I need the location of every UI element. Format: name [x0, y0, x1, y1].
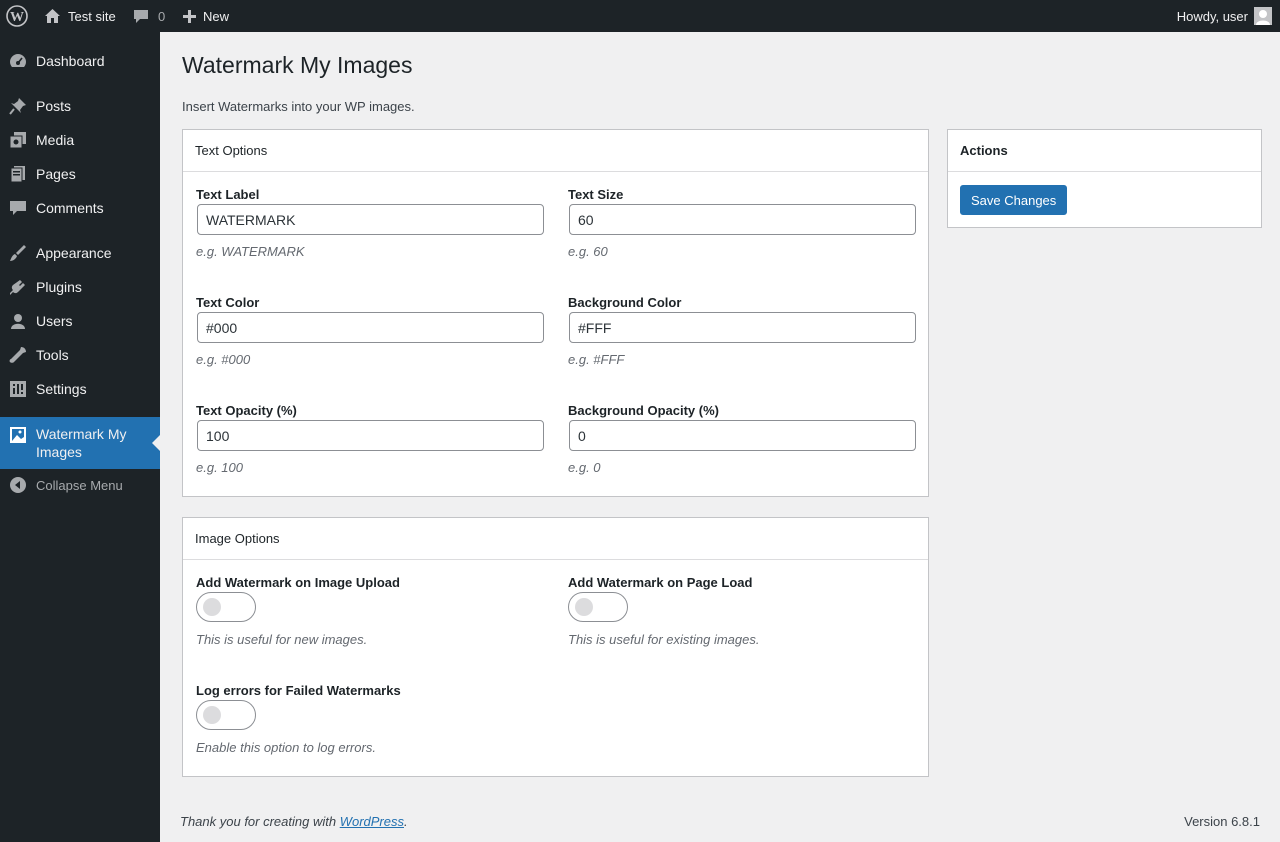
upload-watermark-hint: This is useful for new images.	[196, 632, 368, 647]
avatar-icon	[1254, 7, 1272, 25]
text-size-label: Text Size	[568, 187, 624, 202]
pin-icon	[9, 97, 27, 115]
comments-icon	[9, 199, 27, 217]
background-color-hint: e.g. #FFF	[568, 352, 625, 367]
log-errors-hint: Enable this option to log errors.	[196, 740, 376, 755]
wrench-icon	[9, 346, 27, 364]
sidebar-item-label: Users	[36, 313, 73, 329]
actions-heading: Actions	[948, 130, 1261, 172]
image-options-heading: Image Options	[183, 518, 928, 560]
text-label-input[interactable]	[197, 204, 544, 235]
new-label: New	[203, 8, 230, 24]
sidebar-item-pages[interactable]: Pages	[0, 157, 160, 191]
howdy-text: Howdy, user	[1176, 8, 1248, 24]
brush-icon	[9, 244, 27, 262]
avatar	[1254, 7, 1272, 25]
background-color-input[interactable]	[569, 312, 916, 343]
text-label-hint: e.g. WATERMARK	[196, 244, 305, 259]
footer-thanks-prefix: Thank you for creating with	[180, 814, 340, 829]
text-label-label: Text Label	[196, 187, 260, 202]
sidebar-item-dashboard[interactable]: Dashboard	[0, 44, 160, 78]
sidebar-item-label: Appearance	[36, 245, 112, 261]
sidebar-item-tools[interactable]: Tools	[0, 338, 160, 372]
toggle-knob	[575, 598, 593, 616]
svg-text:W: W	[10, 10, 24, 25]
actions-panel: Actions Save Changes	[947, 129, 1262, 228]
upload-watermark-label: Add Watermark on Image Upload	[196, 575, 400, 590]
sidebar-item-label: Dashboard	[36, 53, 105, 69]
comment-bubble-icon	[134, 10, 148, 23]
text-opacity-label: Text Opacity (%)	[196, 403, 297, 418]
sidebar-item-label: Watermark My Images	[36, 426, 127, 460]
pages-icon	[9, 165, 27, 183]
background-color-label: Background Color	[568, 295, 682, 310]
sidebar-item-label: Comments	[36, 200, 104, 216]
wordpress-logo-icon: W	[6, 5, 28, 27]
log-errors-label: Log errors for Failed Watermarks	[196, 683, 401, 698]
page-title: Watermark My Images	[182, 52, 413, 78]
save-changes-button[interactable]: Save Changes	[960, 185, 1068, 215]
page-load-watermark-hint: This is useful for existing images.	[568, 632, 760, 647]
text-opacity-hint: e.g. 100	[196, 460, 243, 475]
sidebar-item-posts[interactable]: Posts	[0, 89, 160, 123]
collapse-menu-label: Collapse Menu	[36, 477, 123, 493]
footer-thanks: Thank you for creating with WordPress.	[180, 814, 408, 829]
comments-count: 0	[158, 8, 166, 24]
page-load-watermark-label: Add Watermark on Page Load	[568, 575, 753, 590]
sidebar-item-media[interactable]: Media	[0, 123, 160, 157]
users-icon	[9, 312, 27, 330]
site-name: Test site	[68, 8, 116, 24]
admin-menu: Dashboard Posts Media Pages Comments App…	[0, 32, 160, 842]
text-size-input[interactable]	[569, 204, 916, 235]
toggle-knob	[203, 598, 221, 616]
footer-thanks-suffix: .	[404, 814, 408, 829]
text-options-heading: Text Options	[183, 130, 928, 172]
image-options-panel: Image Options Add Watermark on Image Upl…	[182, 517, 929, 777]
sidebar-item-label: Plugins	[36, 279, 82, 295]
settings-icon	[9, 380, 27, 398]
my-account-link[interactable]: Howdy, user	[1177, 0, 1272, 32]
sidebar-item-users[interactable]: Users	[0, 304, 160, 338]
site-name-link[interactable]: Test site	[44, 0, 116, 32]
sidebar-item-label: Tools	[36, 347, 69, 363]
collapse-arrow-icon	[9, 476, 27, 494]
sidebar-item-plugins[interactable]: Plugins	[0, 270, 160, 304]
text-color-input[interactable]	[197, 312, 544, 343]
text-options-panel: Text Options Text Label e.g. WATERMARK T…	[182, 129, 929, 497]
background-opacity-label: Background Opacity (%)	[568, 403, 719, 418]
dashboard-icon	[9, 52, 27, 70]
text-color-label: Text Color	[196, 295, 260, 310]
sidebar-item-label: Pages	[36, 166, 76, 182]
media-icon	[9, 131, 27, 149]
sidebar-item-watermark-my-images[interactable]: Watermark My Images	[0, 417, 160, 469]
sidebar-item-label: Settings	[36, 381, 87, 397]
wordpress-logo-link[interactable]: W	[6, 0, 28, 32]
background-opacity-input[interactable]	[569, 420, 916, 451]
page-load-watermark-toggle[interactable]	[568, 592, 628, 622]
comments-link[interactable]: 0	[133, 0, 165, 32]
admin-bar: W Test site 0 New Howdy, user	[0, 0, 1280, 32]
toggle-knob	[203, 706, 221, 724]
text-opacity-input[interactable]	[197, 420, 544, 451]
page-description: Insert Watermarks into your WP images.	[182, 99, 415, 114]
plus-icon	[183, 9, 196, 23]
new-content-link[interactable]: New	[183, 0, 229, 32]
text-size-hint: e.g. 60	[568, 244, 608, 259]
sidebar-item-label: Media	[36, 132, 75, 148]
sidebar-item-appearance[interactable]: Appearance	[0, 236, 160, 270]
text-color-hint: e.g. #000	[196, 352, 251, 367]
sidebar-item-settings[interactable]: Settings	[0, 372, 160, 406]
collapse-menu-button[interactable]: Collapse Menu	[0, 468, 160, 502]
footer-version: Version 6.8.1	[1184, 814, 1260, 829]
upload-watermark-toggle[interactable]	[196, 592, 256, 622]
plugin-icon	[9, 278, 27, 296]
log-errors-toggle[interactable]	[196, 700, 256, 730]
sidebar-item-label: Posts	[36, 98, 72, 114]
image-icon	[9, 426, 27, 444]
sidebar-item-comments[interactable]: Comments	[0, 191, 160, 225]
wordpress-link[interactable]: WordPress	[340, 814, 404, 829]
background-opacity-hint: e.g. 0	[568, 460, 601, 475]
home-icon	[45, 9, 60, 23]
